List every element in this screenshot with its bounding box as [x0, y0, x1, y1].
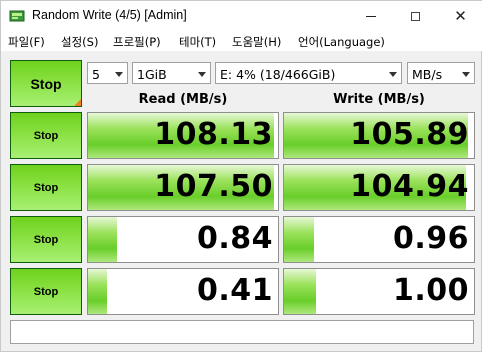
maximize-button[interactable]: [393, 1, 438, 31]
test1-stop-label: Stop: [33, 129, 59, 142]
test3-read-value: 0.84: [196, 221, 273, 256]
window-title: Random Write (4/5) [Admin]: [32, 8, 187, 22]
test3-read-meter: 0.84: [87, 216, 279, 263]
test2-stop-button[interactable]: Stop: [10, 164, 82, 211]
test4-write-value: 1.00: [392, 273, 469, 308]
test4-read-meter: 0.41: [87, 268, 279, 315]
test1-write-value: 105.89: [350, 117, 469, 152]
read-header: Read (MB/s): [138, 92, 228, 107]
count-value: 5: [92, 67, 100, 82]
size-select[interactable]: 1GiB: [132, 62, 211, 84]
test3-write-value: 0.96: [392, 221, 469, 256]
menu-profile[interactable]: 프로필(P): [113, 34, 161, 50]
test4-read-value: 0.41: [196, 273, 273, 308]
drive-value: E: 4% (18/466GiB): [220, 67, 336, 82]
test3-stop-button[interactable]: Stop: [10, 216, 82, 263]
minimize-button[interactable]: [348, 1, 393, 31]
menu-help[interactable]: 도움말(H): [232, 34, 281, 50]
count-select[interactable]: 5: [87, 62, 128, 84]
test4-stop-label: Stop: [33, 285, 59, 298]
menu-theme[interactable]: 테마(T): [179, 34, 216, 50]
all-stop-button[interactable]: Stop: [10, 60, 82, 107]
app-window: Random Write (4/5) [Admin] ✕ 파일(F) 설정(S)…: [0, 0, 482, 352]
test3-stop-label: Stop: [33, 233, 59, 246]
test3-write-meter: 0.96: [283, 216, 475, 263]
test1-write-meter: 105.89: [283, 112, 475, 159]
menu-language[interactable]: 언어(Language): [298, 34, 385, 50]
unit-select[interactable]: MB/s: [407, 62, 475, 84]
chevron-down-icon: [389, 72, 397, 77]
minimize-icon: [365, 15, 376, 17]
chevron-down-icon: [462, 72, 470, 77]
test2-write-meter: 104.94: [283, 164, 475, 211]
test4-write-bar: [284, 269, 317, 314]
corner-marker: [74, 99, 81, 106]
close-icon: ✕: [454, 6, 467, 25]
test3-write-bar: [284, 217, 315, 262]
test4-stop-button[interactable]: Stop: [10, 268, 82, 315]
test1-stop-button[interactable]: Stop: [10, 112, 82, 159]
comment-field[interactable]: [10, 320, 474, 344]
menu-settings[interactable]: 설정(S): [61, 34, 98, 50]
disk-gauge-icon: [9, 10, 25, 22]
test2-read-meter: 107.50: [87, 164, 279, 211]
write-header: Write (MB/s): [333, 92, 425, 107]
size-value: 1GiB: [137, 67, 167, 82]
close-button[interactable]: ✕: [438, 1, 482, 31]
test2-read-value: 107.50: [154, 169, 273, 204]
chevron-down-icon: [198, 72, 206, 77]
maximize-icon: [411, 11, 420, 21]
test2-write-value: 104.94: [350, 169, 469, 204]
test4-write-meter: 1.00: [283, 268, 475, 315]
all-stop-label: Stop: [30, 75, 62, 92]
test4-read-bar: [88, 269, 107, 314]
drive-select[interactable]: E: 4% (18/466GiB): [215, 62, 402, 84]
test1-read-value: 108.13: [154, 117, 273, 152]
test1-read-meter: 108.13: [87, 112, 279, 159]
test3-read-bar: [88, 217, 117, 262]
unit-value: MB/s: [412, 67, 443, 82]
test2-stop-label: Stop: [33, 181, 59, 194]
menu-bar: 파일(F) 설정(S) 프로필(P) 테마(T) 도움말(H) 언어(Langu…: [1, 31, 482, 51]
chevron-down-icon: [115, 72, 123, 77]
menu-file[interactable]: 파일(F): [8, 34, 45, 50]
title-bar[interactable]: Random Write (4/5) [Admin] ✕: [1, 1, 482, 31]
